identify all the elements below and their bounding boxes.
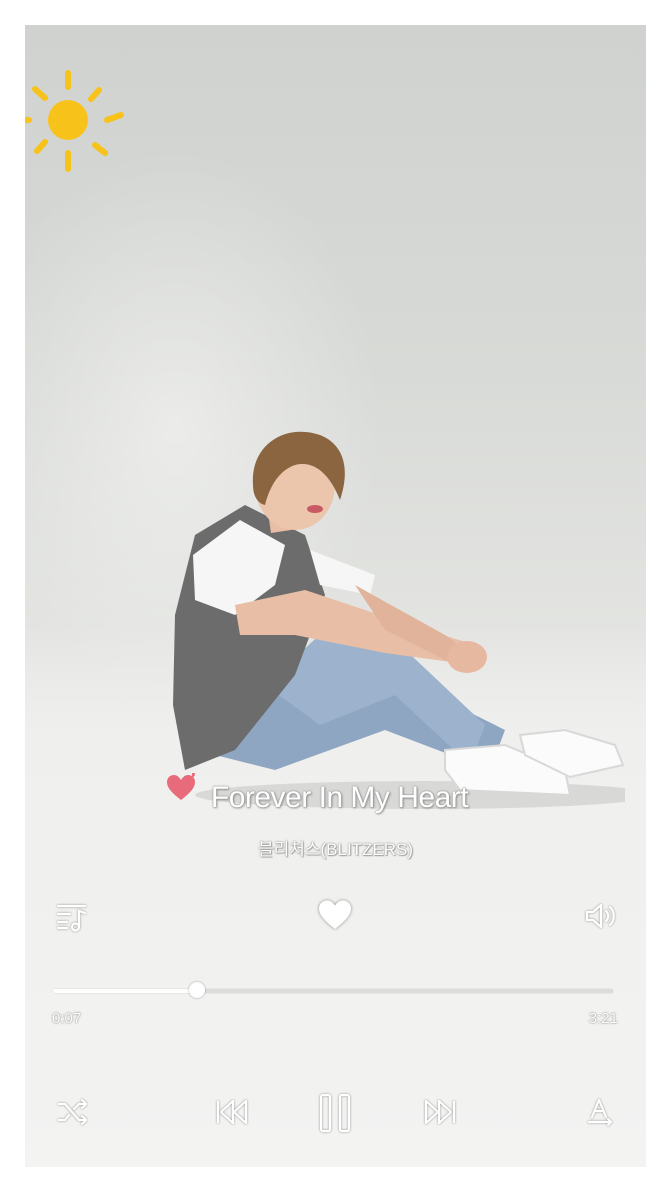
shuffle-button[interactable] <box>53 1093 93 1131</box>
playlist-button[interactable] <box>52 898 92 934</box>
sun-icon <box>25 70 124 172</box>
skip-previous-icon <box>216 1099 248 1125</box>
song-title-row: Forever In My Heart <box>25 781 646 821</box>
previous-button[interactable] <box>210 1093 254 1131</box>
next-button[interactable] <box>418 1093 462 1131</box>
progress-knob[interactable] <box>188 982 205 998</box>
lyrics-button[interactable] <box>581 1093 621 1131</box>
skip-next-icon <box>424 1099 456 1125</box>
artist-photo <box>173 431 625 809</box>
playlist-icon <box>56 904 87 932</box>
lyrics-icon <box>587 1098 613 1127</box>
time-elapsed: 0:07 <box>52 1010 82 1027</box>
heart-icon <box>319 900 351 929</box>
pause-button[interactable] <box>315 1091 355 1135</box>
progress-bar[interactable] <box>53 982 613 998</box>
pause-icon <box>319 1093 351 1133</box>
song-title: Forever In My Heart <box>210 781 469 814</box>
speaker-icon <box>585 903 615 929</box>
like-button[interactable] <box>313 895 357 935</box>
progress-fill <box>53 989 197 993</box>
time-total: 3:21 <box>588 1010 618 1027</box>
shuffle-icon <box>57 1098 88 1126</box>
artist-name: 블리처스(BLITZERS) <box>257 840 414 859</box>
volume-button[interactable] <box>580 898 624 934</box>
player-screen: Forever In My Heart 블리처스(BLITZERS) 0:07 … <box>25 25 646 1167</box>
